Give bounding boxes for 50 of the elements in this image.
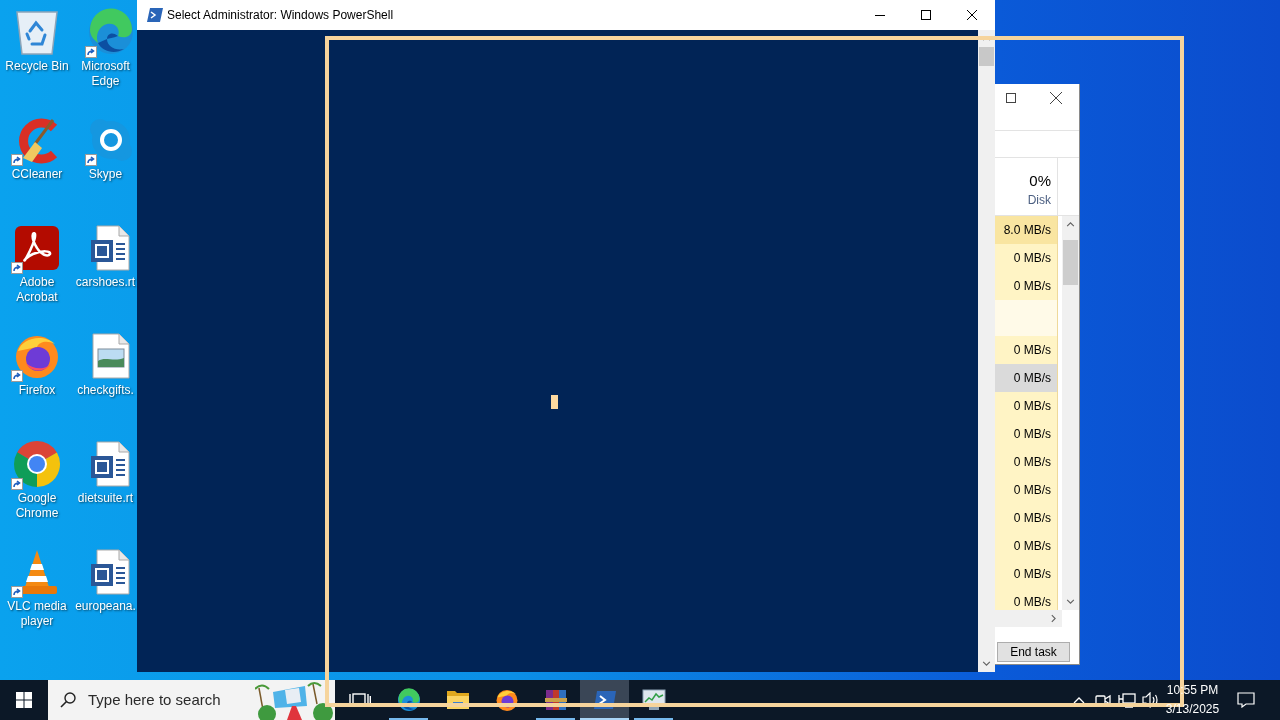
edge-logo-icon xyxy=(396,688,421,712)
process-row[interactable]: 0 MB/s xyxy=(995,504,1058,532)
windows-logo-icon xyxy=(16,692,32,708)
volume-icon xyxy=(1142,692,1160,708)
process-row[interactable]: 0 MB/s xyxy=(995,532,1058,560)
firefox-logo-icon xyxy=(494,688,519,712)
chevron-up-icon xyxy=(1072,696,1085,704)
taskbar-button[interactable] xyxy=(580,680,629,720)
terminal-icon xyxy=(592,688,617,712)
chrome-logo-icon xyxy=(13,440,61,488)
stacked-books-icon xyxy=(543,688,568,712)
acrobat-logo-icon xyxy=(13,224,61,272)
camera-icon xyxy=(1095,694,1111,706)
process-row[interactable]: 0 MB/s xyxy=(995,392,1058,420)
process-row[interactable]: 0 MB/s xyxy=(995,364,1058,392)
horizontal-scrollbar[interactable] xyxy=(995,610,1062,627)
search-bar[interactable]: Type here to search xyxy=(48,680,335,720)
process-row[interactable]: 0 MB/s xyxy=(995,476,1058,504)
minimize-icon xyxy=(875,14,885,16)
process-row[interactable]: 0 MB/s xyxy=(995,336,1058,364)
process-row[interactable]: 0 MB/s xyxy=(995,272,1058,300)
chevron-down-icon xyxy=(982,661,991,666)
process-row[interactable]: 0 MB/s xyxy=(995,588,1058,610)
recycle-bin-icon xyxy=(13,8,61,56)
close-icon xyxy=(1050,92,1062,104)
chevron-down-icon xyxy=(1066,599,1075,604)
end-task-button[interactable]: End task xyxy=(997,642,1070,662)
close-icon xyxy=(967,10,977,20)
vertical-scrollbar[interactable] xyxy=(978,30,995,672)
edge-logo-icon xyxy=(86,8,135,56)
chevron-up-icon xyxy=(1066,222,1075,227)
maximize-icon xyxy=(921,10,931,20)
process-row[interactable]: 0 MB/s xyxy=(995,448,1058,476)
search-icon xyxy=(60,692,76,708)
vertical-scrollbar[interactable] xyxy=(1062,216,1079,610)
notifications-icon xyxy=(1237,692,1255,708)
maximize-icon xyxy=(1006,93,1016,103)
network-icon xyxy=(1118,692,1136,708)
scrollbar-thumb[interactable] xyxy=(1063,240,1078,285)
search-input[interactable]: Type here to search xyxy=(88,688,253,712)
terminal-icon xyxy=(147,8,163,22)
process-row[interactable]: 8.0 MB/s xyxy=(995,216,1058,244)
process-row[interactable]: 0 MB/s xyxy=(995,420,1058,448)
window-title: Select Administrator: Windows PowerShell xyxy=(167,7,394,24)
text-cursor xyxy=(551,395,558,409)
process-row[interactable]: 0 MB/s xyxy=(995,560,1058,588)
chevron-right-icon xyxy=(1051,614,1056,623)
disk-column-header[interactable]: 0% Disk xyxy=(995,158,1058,215)
process-row[interactable]: 0 MB/s xyxy=(995,244,1058,272)
scrollbar-thumb[interactable] xyxy=(979,47,994,66)
